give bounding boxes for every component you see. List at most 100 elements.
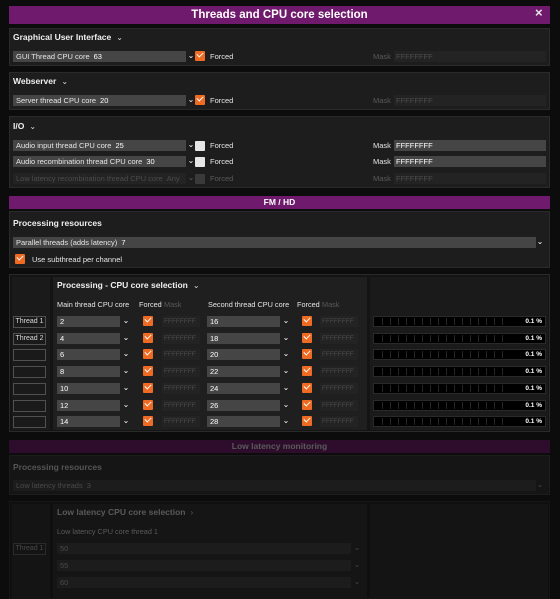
load-percent: 0.1 % — [525, 351, 542, 358]
chevron-down-icon[interactable]: ⌄ — [351, 543, 363, 554]
main-core-select[interactable]: 2 — [57, 316, 120, 327]
meter-segment — [430, 335, 431, 342]
meter-segment — [446, 351, 447, 358]
meter-segment — [390, 351, 391, 358]
meter-segment — [462, 418, 463, 425]
chevron-down-icon[interactable]: ⌄ — [120, 416, 132, 427]
chevron-down-icon[interactable]: ⌄ — [280, 416, 292, 427]
main-forced-checkbox[interactable] — [143, 316, 153, 326]
second-core-select[interactable]: 16 — [207, 316, 280, 327]
chevron-down-icon[interactable]: ⌄ — [280, 349, 292, 360]
main-forced-checkbox[interactable] — [143, 366, 153, 376]
second-mask-input[interactable]: FFFFFFFF — [320, 416, 358, 427]
chevron-down-icon[interactable]: ⌄ — [120, 383, 132, 394]
webserver-header[interactable]: Webserver ⌄ — [13, 76, 68, 86]
chevron-down-icon[interactable]: ⌄ — [351, 560, 363, 571]
lowlat-recomb-mask-label: Mask — [373, 174, 391, 183]
second-forced-checkbox[interactable] — [302, 333, 312, 343]
meter-segment — [502, 368, 503, 375]
main-mask-input[interactable]: FFFFFFFF — [162, 316, 200, 327]
second-forced-checkbox[interactable] — [302, 349, 312, 359]
second-forced-checkbox[interactable] — [302, 383, 312, 393]
main-forced-checkbox[interactable] — [143, 349, 153, 359]
gui-core-select[interactable]: GUI Thread CPU core 63 — [13, 51, 186, 62]
chevron-down-icon[interactable]: ⌄ — [280, 333, 292, 344]
main-mask-input[interactable]: FFFFFFFF — [162, 416, 200, 427]
chevron-down-icon[interactable]: ⌄ — [534, 480, 546, 491]
processing-header[interactable]: Processing - CPU core selection ⌄ — [57, 280, 200, 290]
second-mask-input[interactable]: FFFFFFFF — [320, 333, 358, 344]
chevron-down-icon: ⌄ — [116, 33, 123, 42]
main-mask-input[interactable]: FFFFFFFF — [162, 383, 200, 394]
gui-header[interactable]: Graphical User Interface ⌄ — [13, 32, 123, 42]
main-mask-input[interactable]: FFFFFFFF — [162, 333, 200, 344]
main-mask-input[interactable]: FFFFFFFF — [162, 400, 200, 411]
gui-mask-input[interactable]: FFFFFFFF — [394, 51, 546, 62]
lowlat-cpu-header[interactable]: Low latency CPU core selection › — [57, 507, 193, 517]
lowlat-recomb-mask-input[interactable]: FFFFFFFF — [394, 173, 546, 184]
chevron-down-icon[interactable]: ⌄ — [120, 349, 132, 360]
chevron-down-icon[interactable]: ⌄ — [120, 333, 132, 344]
audio-input-mask-input[interactable]: FFFFFFFF — [394, 140, 546, 151]
audio-recomb-core-select[interactable]: Audio recombination thread CPU core 30 — [13, 156, 186, 167]
second-mask-input[interactable]: FFFFFFFF — [320, 349, 358, 360]
main-forced-checkbox[interactable] — [143, 333, 153, 343]
chevron-down-icon[interactable]: ⌄ — [351, 577, 363, 588]
audio-input-core-select[interactable]: Audio input thread CPU core 25 — [13, 140, 186, 151]
second-mask-input[interactable]: FFFFFFFF — [320, 316, 358, 327]
chevron-down-icon[interactable]: ⌄ — [280, 366, 292, 377]
main-mask-input[interactable]: FFFFFFFF — [162, 349, 200, 360]
main-core-select[interactable]: 6 — [57, 349, 120, 360]
second-forced-checkbox[interactable] — [302, 400, 312, 410]
main-core-select[interactable]: 8 — [57, 366, 120, 377]
lowlat-core-select-3[interactable]: 60 — [57, 577, 351, 588]
second-mask-input[interactable]: FFFFFFFF — [320, 383, 358, 394]
main-core-select[interactable]: 4 — [57, 333, 120, 344]
main-core-select[interactable]: 14 — [57, 416, 120, 427]
audio-input-forced-checkbox[interactable] — [195, 141, 205, 151]
gui-forced-checkbox[interactable] — [195, 51, 205, 61]
main-forced-checkbox[interactable] — [143, 400, 153, 410]
second-forced-checkbox[interactable] — [302, 316, 312, 326]
main-core-select[interactable]: 10 — [57, 383, 120, 394]
chevron-down-icon[interactable]: ⌄ — [280, 316, 292, 327]
second-core-select[interactable]: 28 — [207, 416, 280, 427]
chevron-down-icon[interactable]: ⌄ — [280, 383, 292, 394]
second-core-select[interactable]: 24 — [207, 383, 280, 394]
lowlat-recomb-forced-label: Forced — [210, 174, 234, 183]
meter-segment — [414, 335, 415, 342]
chevron-down-icon[interactable]: ⌄ — [534, 237, 546, 248]
meter-segment — [478, 351, 479, 358]
io-header[interactable]: I/O ⌄ — [13, 121, 36, 131]
second-mask-input[interactable]: FFFFFFFF — [320, 366, 358, 377]
second-core-select[interactable]: 22 — [207, 366, 280, 377]
second-forced-checkbox[interactable] — [302, 366, 312, 376]
main-forced-checkbox[interactable] — [143, 383, 153, 393]
audio-recomb-forced-checkbox[interactable] — [195, 157, 205, 167]
second-mask-input[interactable]: FFFFFFFF — [320, 400, 358, 411]
second-core-select[interactable]: 26 — [207, 400, 280, 411]
lowlat-recomb-core-select[interactable]: Low latency recombination thread CPU cor… — [13, 173, 186, 184]
close-icon[interactable]: × — [535, 5, 543, 20]
chevron-down-icon[interactable]: ⌄ — [120, 366, 132, 377]
server-core-select[interactable]: Server thread CPU core 20 — [13, 95, 186, 106]
main-mask-input[interactable]: FFFFFFFF — [162, 366, 200, 377]
chevron-down-icon[interactable]: ⌄ — [120, 316, 132, 327]
chevron-down-icon[interactable]: ⌄ — [280, 400, 292, 411]
lowlat-recomb-forced-checkbox[interactable] — [195, 174, 205, 184]
second-core-select[interactable]: 20 — [207, 349, 280, 360]
parallel-threads-select[interactable]: Parallel threads (adds latency) 7 — [13, 237, 536, 248]
lowlat-threads-select[interactable]: Low latency threads 3 — [13, 480, 536, 491]
main-core-select[interactable]: 12 — [57, 400, 120, 411]
subthread-checkbox[interactable] — [15, 254, 25, 264]
second-core-select[interactable]: 18 — [207, 333, 280, 344]
server-mask-input[interactable]: FFFFFFFF — [394, 95, 546, 106]
meter-segment — [470, 402, 471, 409]
lowlat-core-select-1[interactable]: 50 — [57, 543, 351, 554]
main-forced-checkbox[interactable] — [143, 416, 153, 426]
second-forced-checkbox[interactable] — [302, 416, 312, 426]
lowlat-core-select-2[interactable]: 55 — [57, 560, 351, 571]
chevron-down-icon[interactable]: ⌄ — [120, 400, 132, 411]
audio-recomb-mask-input[interactable]: FFFFFFFF — [394, 156, 546, 167]
server-forced-checkbox[interactable] — [195, 95, 205, 105]
